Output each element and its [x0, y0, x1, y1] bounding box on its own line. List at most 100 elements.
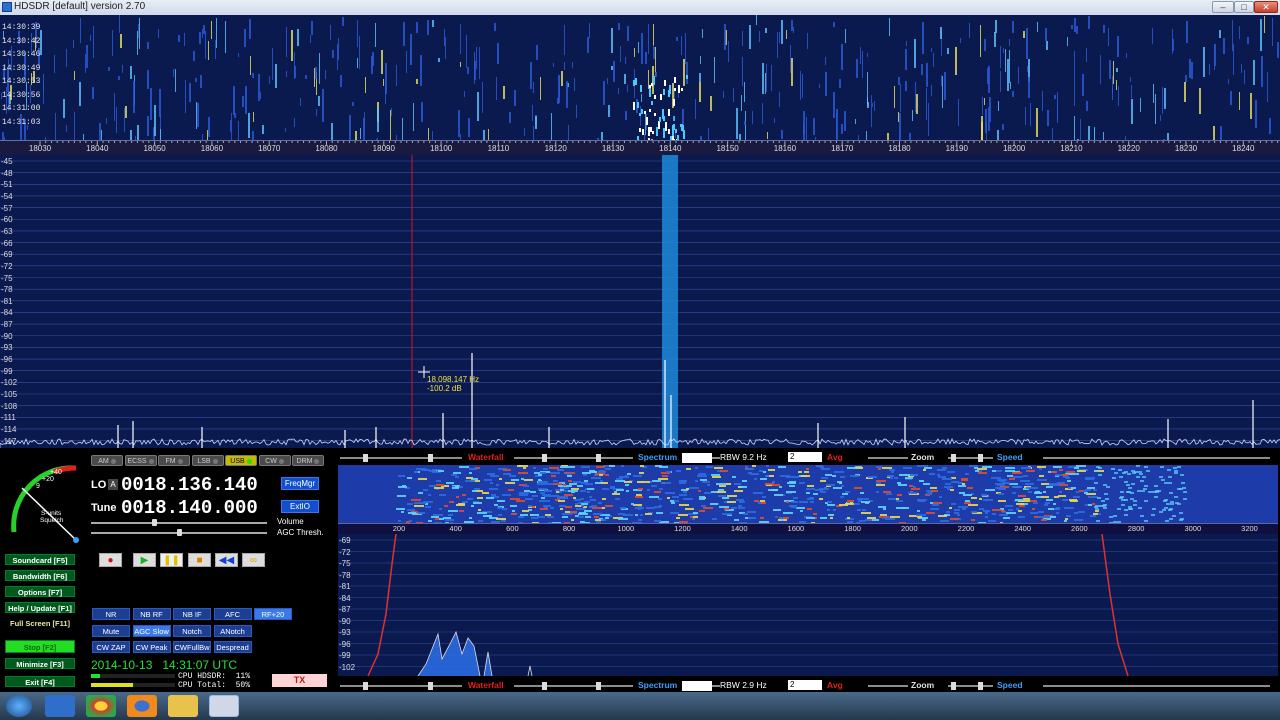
agc-threshold-knob[interactable]	[177, 529, 182, 536]
dsp-button-agc-slow[interactable]: AGC Slow	[132, 624, 171, 637]
tune-label: Tune	[91, 502, 117, 514]
db-scale-label: -78	[1, 285, 13, 295]
audio-frequency-label: 2400	[1014, 524, 1032, 533]
lo-frequency[interactable]: 0018.136.140	[121, 474, 258, 496]
frequency-tick-label: 18080	[315, 144, 338, 153]
audio-db-label: -90	[339, 616, 351, 626]
mode-button-usb[interactable]: USB	[225, 455, 257, 466]
dsp-button-despread[interactable]: Despread	[213, 641, 252, 653]
dsp-button-anotch[interactable]: ANotch	[213, 624, 252, 637]
freqmgr-button[interactable]: FreqMgr	[281, 477, 319, 490]
db-scale-label: -105	[1, 390, 18, 399]
mode-led-icon	[148, 458, 154, 464]
dsp-button-cwfullbw[interactable]: CWFullBw	[173, 641, 211, 653]
extio-button[interactable]: ExtIO	[281, 500, 319, 513]
bandwidth-button[interactable]: Bandwidth [F6]	[5, 570, 75, 581]
dsp-button-nr[interactable]: NR	[92, 608, 130, 620]
avg-select-top[interactable]: 2	[788, 452, 822, 462]
loop-button[interactable]: ∞	[242, 553, 265, 567]
db-scale-label: -51	[1, 180, 13, 190]
frequency-tick-label: 18150	[716, 144, 739, 153]
db-scale-label: -75	[1, 273, 13, 283]
audio-spectrum[interactable]: -69 -72 -75 -78 -81 -84 -87 -90 -93 -96 -99 -102	[338, 534, 1278, 676]
audio-panel: Waterfall Spectrum RBW 9.2 Hz 2 Avg Zoom…	[338, 450, 1280, 692]
lo-vfo-badge[interactable]: A	[108, 479, 118, 490]
dsp-button-notch[interactable]: Notch	[173, 624, 211, 637]
fullscreen-button[interactable]: Full Screen [F11]	[5, 618, 75, 629]
mode-button-drm[interactable]: DRM	[292, 455, 324, 466]
soundcard-button[interactable]: Soundcard [F5]	[5, 554, 75, 565]
cpu-hdsdr-bar	[91, 674, 175, 678]
squelch-label: Squelch	[40, 517, 64, 524]
stop-button[interactable]: Stop [F2]	[5, 640, 75, 653]
pause-icon: ❚❚	[163, 555, 180, 566]
pause-button[interactable]: ❚❚	[160, 553, 183, 567]
dsp-button-afc[interactable]: AFC	[213, 608, 252, 620]
waterfall-label-bottom: Waterfall	[468, 680, 504, 690]
dsp-button-rf-20[interactable]: RF+20	[254, 608, 292, 620]
avg-select-bottom[interactable]: 2	[788, 680, 822, 690]
dsp-button-mute[interactable]: Mute	[92, 624, 130, 637]
audio-frequency-label: 3000	[1184, 524, 1202, 533]
audio-db-label: -87	[339, 605, 351, 614]
audio-db-label: -78	[339, 570, 351, 580]
start-orb-icon[interactable]	[6, 695, 32, 717]
mode-label: CW	[265, 458, 277, 465]
frequency-tick-label: 18050	[143, 144, 166, 153]
close-button[interactable]: ✕	[1254, 1, 1278, 13]
rf-spectrum[interactable]: -45 -48 -51 -54 -57 -60 -63 -66 -69 -72 -75 -78 -81 -…	[0, 155, 1280, 448]
audio-db-label: -81	[339, 582, 351, 591]
mode-button-cw[interactable]: CW	[258, 455, 291, 466]
help-update-button[interactable]: Help / Update [F1]	[5, 602, 75, 613]
frequency-tick-label: 18140	[659, 144, 682, 153]
volume-slider-knob[interactable]	[152, 519, 157, 526]
mode-button-am[interactable]: AM	[91, 455, 123, 466]
firefox-icon[interactable]	[127, 695, 157, 717]
audio-frequency-label: 3200	[1241, 524, 1258, 533]
waterfall-timestamp: 14:30:53	[2, 77, 41, 86]
smeter-mark-plus20: +20	[42, 476, 54, 483]
frequency-tick-label: 18230	[1174, 144, 1198, 153]
tx-button[interactable]: TX	[272, 674, 327, 687]
mode-button-ecss[interactable]: ECSS	[124, 455, 157, 466]
tune-frequency[interactable]: 0018.140.000	[121, 497, 258, 519]
options-button[interactable]: Options [F7]	[5, 586, 75, 597]
minimize-app-button[interactable]: Minimize [F3]	[5, 658, 75, 669]
maximize-button[interactable]: □	[1234, 1, 1254, 13]
dsp-button-cw-zap[interactable]: CW ZAP	[92, 641, 130, 653]
stop-playback-button[interactable]: ■	[188, 553, 211, 567]
folder-icon[interactable]	[168, 695, 198, 717]
minimize-button[interactable]: –	[1212, 1, 1234, 13]
chrome-icon[interactable]	[86, 695, 116, 717]
mode-label: FM	[165, 458, 176, 465]
rbw-top: RBW 9.2 Hz	[720, 452, 767, 462]
record-button[interactable]: ●	[99, 553, 122, 567]
dsp-button-nb-if[interactable]: NB IF	[173, 608, 211, 620]
dsp-button-nb-rf[interactable]: NB RF	[132, 608, 171, 620]
db-scale-label: -87	[1, 320, 13, 330]
rf-frequency-scale[interactable]: 18030 18040 18050 18060 18070 18080 18090 18100…	[0, 140, 1280, 156]
mode-button-fm[interactable]: FM	[158, 455, 190, 466]
audio-frequency-label: 600	[506, 524, 519, 533]
hdsdr-icon[interactable]	[209, 695, 239, 717]
db-scale-label: -90	[1, 331, 13, 341]
frequency-tick-label: 18110	[487, 144, 510, 153]
audio-waterfall[interactable]	[338, 465, 1278, 523]
play-button[interactable]: ▶	[133, 553, 156, 567]
db-scale-label: -72	[1, 261, 13, 271]
audio-db-label: -84	[339, 593, 351, 603]
mode-button-lsb[interactable]: LSB	[191, 455, 224, 466]
cpu-total-bar	[91, 683, 175, 687]
volume-slider[interactable]	[91, 522, 267, 524]
frequency-tick-label: 18180	[888, 144, 911, 153]
dsp-button-cw-peak[interactable]: CW Peak	[132, 641, 171, 653]
ie-icon[interactable]	[45, 695, 75, 717]
rewind-button[interactable]: ◀◀	[215, 553, 238, 567]
avg-label-top: Avg	[827, 452, 843, 462]
db-scale-label: -69	[1, 250, 13, 260]
mode-led-icon	[278, 458, 284, 464]
frequency-tick-label: 18210	[1060, 144, 1083, 153]
rf-waterfall[interactable]: 14:30:39 14:30:42 14:30:46 14:30:49 14:30:53…	[0, 15, 1280, 140]
exit-button[interactable]: Exit [F4]	[5, 676, 75, 687]
frequency-ticks	[39, 141, 1279, 145]
